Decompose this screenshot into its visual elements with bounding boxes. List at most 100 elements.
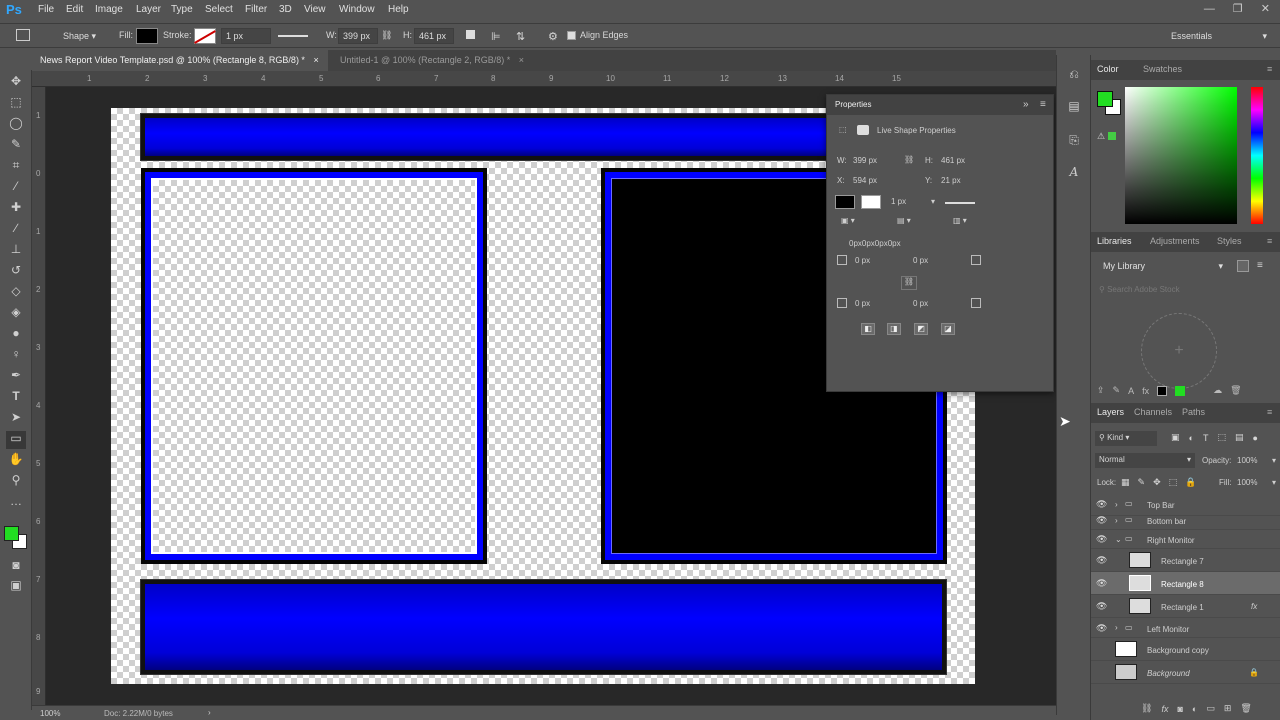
pixel-filter-icon[interactable]: ▣	[1171, 432, 1180, 443]
eye-icon[interactable]: 👁	[1096, 555, 1107, 566]
panel-menu-icon[interactable]: ≡	[1267, 407, 1272, 417]
menu-help[interactable]: Help	[388, 4, 409, 15]
hand-tool-icon[interactable]: ✋	[6, 452, 26, 470]
bottom-bar-shape[interactable]	[141, 580, 946, 674]
close-tab-icon[interactable]: ×	[519, 55, 524, 65]
path-arrangement-icon[interactable]: ⇅	[516, 30, 525, 43]
tab-channels[interactable]: Channels	[1134, 407, 1172, 417]
layer-rectangle-7[interactable]: 👁 Rectangle 7	[1091, 549, 1280, 572]
path-operations-icon[interactable]	[466, 30, 475, 39]
filter-toggle-icon[interactable]: ●	[1252, 433, 1257, 443]
add-content-icon[interactable]: +	[1141, 313, 1217, 389]
dropdown-icon[interactable]: ▾	[931, 197, 935, 206]
adjustment-layer-icon[interactable]: ◐	[1192, 704, 1197, 714]
lock-transparent-icon[interactable]: ▦	[1121, 477, 1130, 488]
tab-adjustments[interactable]: Adjustments	[1150, 236, 1200, 246]
layer-left-monitor[interactable]: 👁 › ▭ Left Monitor	[1091, 618, 1280, 638]
layer-bottom-bar[interactable]: 👁 › ▭ Bottom bar	[1091, 511, 1280, 530]
close-icon[interactable]: ✕	[1261, 2, 1270, 15]
paint-icon[interactable]: ✎	[1113, 385, 1121, 396]
width-input[interactable]: 399 px	[338, 28, 378, 44]
tab-libraries[interactable]: Libraries	[1097, 236, 1132, 246]
chevron-right-icon[interactable]: ›	[208, 708, 211, 717]
height-input[interactable]: 461 px	[414, 28, 454, 44]
type-filter-icon[interactable]: T	[1203, 433, 1209, 443]
history-brush-tool-icon[interactable]: ↺	[6, 263, 26, 281]
corner-tl-input[interactable]: 0 px	[855, 256, 870, 265]
rectangle-tool-preset-icon[interactable]	[16, 29, 30, 41]
tool-mode-select[interactable]: Shape ▾	[58, 28, 110, 44]
eye-icon[interactable]: 👁	[1096, 623, 1107, 634]
lock-pixels-icon[interactable]: ✎	[1138, 477, 1146, 488]
hue-slider[interactable]	[1251, 87, 1263, 224]
link-dimensions-icon[interactable]: ⛓	[381, 30, 392, 41]
tab-styles[interactable]: Styles	[1217, 236, 1242, 246]
menu-filter[interactable]: Filter	[245, 4, 267, 15]
clone-stamp-tool-icon[interactable]: ⊥	[6, 242, 26, 260]
menu-layer[interactable]: Layer	[136, 4, 161, 15]
menu-3d[interactable]: 3D	[279, 4, 292, 15]
fill-input[interactable]: 100%	[1237, 478, 1257, 487]
menu-image[interactable]: Image	[95, 4, 123, 15]
stroke-width-input[interactable]: 1 px	[221, 28, 271, 44]
layer-background-copy[interactable]: Background copy	[1091, 638, 1280, 661]
gear-icon[interactable]: ⚙	[548, 30, 558, 43]
stroke-align-icon[interactable]: ▣ ▾	[841, 216, 855, 225]
tab-layers[interactable]: Layers	[1097, 407, 1124, 417]
new-layer-icon[interactable]: ⊞	[1224, 703, 1232, 714]
fill-swatch[interactable]	[136, 28, 158, 44]
type-tool-icon[interactable]: T	[6, 389, 26, 407]
align-edges-checkbox[interactable]	[567, 31, 576, 40]
character-style-icon[interactable]: A	[1128, 386, 1134, 396]
tab-paths[interactable]: Paths	[1182, 407, 1205, 417]
stroke-swatch[interactable]	[861, 195, 881, 209]
tool-presets-icon[interactable]: ⎘	[1065, 133, 1083, 151]
swatch-green[interactable]	[1175, 385, 1186, 396]
tab-color[interactable]: Color	[1097, 64, 1119, 74]
menu-file[interactable]: File	[38, 4, 54, 15]
adjustment-filter-icon[interactable]: ◐	[1189, 433, 1194, 443]
eye-icon[interactable]: 👁	[1096, 578, 1107, 589]
pen-tool-icon[interactable]: ✒	[6, 368, 26, 386]
x-value[interactable]: 594 px	[853, 176, 877, 185]
chevron-right-icon[interactable]: ›	[1115, 516, 1118, 525]
paint-bucket-tool-icon[interactable]: ◈	[6, 305, 26, 323]
intersect-shape-button[interactable]: ◩	[914, 323, 928, 335]
collapse-panel-icon[interactable]: »	[1023, 99, 1029, 110]
tab-news-report[interactable]: News Report Video Template.psd @ 100% (R…	[32, 50, 328, 71]
height-value[interactable]: 461 px	[941, 156, 965, 165]
stroke-cap-icon[interactable]: ▤ ▾	[897, 216, 911, 225]
add-mask-icon[interactable]: ◙	[1177, 704, 1182, 714]
blend-mode-select[interactable]: Normal ▾	[1095, 453, 1195, 468]
fill-swatch[interactable]	[835, 195, 855, 209]
dropdown-icon[interactable]: ▾	[1272, 456, 1276, 465]
lock-artboard-icon[interactable]: ⬚	[1169, 477, 1178, 488]
foreground-color-chip[interactable]	[1097, 91, 1113, 107]
stroke-type-icon[interactable]	[278, 35, 308, 37]
link-layers-icon[interactable]: ⛓	[1141, 703, 1152, 714]
more-tools-icon[interactable]: …	[6, 494, 26, 512]
corner-br-input[interactable]: 0 px	[913, 299, 928, 308]
lasso-tool-icon[interactable]: ◯	[6, 116, 26, 134]
layer-rectangle-1[interactable]: 👁 Rectangle 1 fx	[1091, 595, 1280, 618]
exclude-shape-button[interactable]: ◪	[941, 323, 955, 335]
path-selection-tool-icon[interactable]: ➤	[6, 410, 26, 428]
brush-tool-icon[interactable]: ∕	[6, 221, 26, 239]
upload-icon[interactable]: ⇪	[1097, 385, 1105, 396]
library-select[interactable]: My Library ▾	[1099, 259, 1227, 275]
stroke-swatch[interactable]	[194, 28, 216, 44]
shape-filter-icon[interactable]: ⬚	[1217, 432, 1226, 443]
chevron-right-icon[interactable]: ›	[1115, 500, 1118, 509]
tab-untitled-1[interactable]: Untitled-1 @ 100% (Rectangle 2, RGB/8) *…	[332, 50, 532, 71]
zoom-level[interactable]: 100%	[40, 709, 60, 718]
move-tool-icon[interactable]: ✥	[6, 74, 26, 92]
panel-menu-icon[interactable]: ≡	[1040, 99, 1046, 110]
layer-style-icon[interactable]: fx	[1142, 386, 1149, 396]
cloud-icon[interactable]: ☁	[1213, 385, 1222, 396]
lock-position-icon[interactable]: ✥	[1153, 477, 1161, 488]
width-value[interactable]: 399 px	[853, 156, 877, 165]
quick-select-tool-icon[interactable]: ✎	[6, 137, 26, 155]
stroke-type-icon[interactable]	[945, 202, 975, 204]
dodge-tool-icon[interactable]: ♀	[6, 347, 26, 365]
panel-menu-icon[interactable]: ≡	[1267, 236, 1272, 246]
